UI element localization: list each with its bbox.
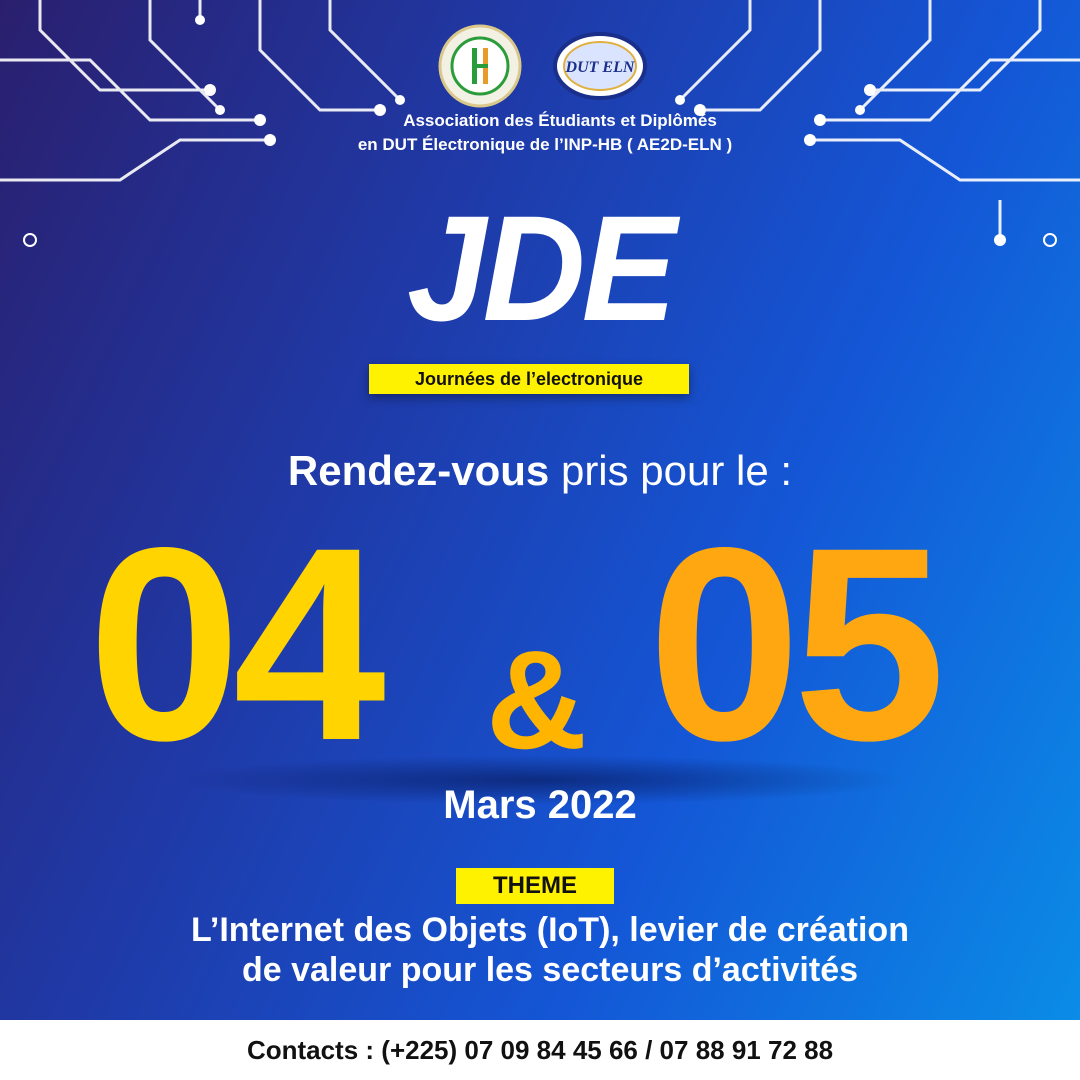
event-month: Mars 2022 xyxy=(443,783,637,827)
date-day-2: 05 xyxy=(648,491,946,798)
theme-line2: de valeur pour les secteurs d’activités xyxy=(241,951,859,989)
rendezvous-rest: pris pour le : xyxy=(549,447,793,494)
association-name-line2: en DUT Électronique de l’INP-HB ( AE2D-E… xyxy=(357,135,733,154)
contacts-footer: Contacts : (+225) 07 09 84 45 66 / 07 88… xyxy=(0,1020,1080,1080)
contacts-text: Contacts : (+225) 07 09 84 45 66 / 07 88… xyxy=(246,1035,834,1065)
date-day-1: 04 xyxy=(88,491,386,798)
theme-label-badge: THEME xyxy=(456,868,614,904)
dut-eln-logo-icon: DUT ELN xyxy=(553,32,647,100)
event-poster: DUT ELN Association des Étudiants et Dip… xyxy=(0,0,1080,1080)
event-dates: 04 & 05 xyxy=(88,505,992,785)
date-separator: & xyxy=(486,621,588,778)
rendezvous-bold: Rendez-vous xyxy=(287,447,550,494)
event-acronym: JDE xyxy=(407,184,677,352)
svg-text:DUT ELN: DUT ELN xyxy=(565,59,636,76)
association-name-line1: Association des Étudiants et Diplômés xyxy=(403,111,717,130)
logo-bar: DUT ELN xyxy=(0,14,1080,108)
event-subtitle-badge: Journées de l’electronique xyxy=(369,364,689,394)
association-seal-logo-icon xyxy=(438,24,522,108)
theme-line1: L’Internet des Objets (IoT), levier de c… xyxy=(191,911,909,949)
